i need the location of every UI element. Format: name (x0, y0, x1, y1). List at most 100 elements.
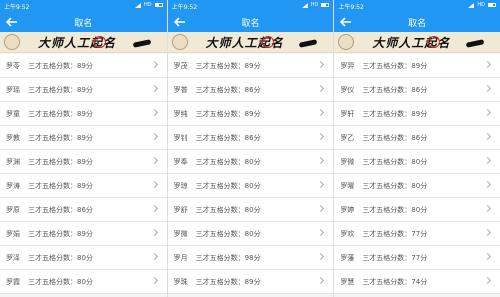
list-item[interactable]: 罗涛 三才五格分数：89分 (0, 174, 167, 198)
name-text: 罗慧 (340, 278, 355, 286)
list-item[interactable]: 罗渊 三才五格分数：89分 (0, 150, 167, 174)
status-icons: HD (301, 2, 330, 8)
list-item[interactable]: 罗童 三才五格分数：89分 (0, 102, 167, 126)
status-time: 上午9:52 (4, 4, 30, 11)
list-item[interactable]: 罗瑶 三才五格分数：89分 (0, 78, 167, 102)
list-item[interactable]: 罗微 三才五格分数：80分 (167, 222, 334, 246)
chevron-right-icon (150, 60, 158, 69)
list-item[interactable]: 罗舒 三才五格分数：80分 (167, 198, 334, 222)
list-item[interactable]: 罗微 三才五格分数：80分 (334, 150, 500, 174)
banner[interactable]: 大师人工起名 (334, 32, 500, 53)
score-text: 三才五格分数：80分 (28, 254, 93, 262)
list-item[interactable]: 罗羿 三才五格分数：89分 (334, 54, 500, 78)
score-text: 三才五格分数：86分 (195, 86, 261, 94)
chevron-right-icon (317, 156, 325, 165)
chevron-right-icon (317, 228, 325, 237)
chevron-right-icon (317, 180, 325, 189)
list-item[interactable]: 罗慧 三才五格分数：74分 (334, 270, 500, 294)
list-item[interactable]: 罗教 三才五格分数：89分 (0, 126, 167, 150)
chevron-right-icon (483, 180, 492, 189)
name-text: 罗轩 (340, 110, 355, 118)
score-text: 三才五格分数：80分 (28, 278, 93, 286)
list-item[interactable]: 罗霞 三才五格分数：80分 (0, 270, 167, 294)
score-text: 三才五格分数：77分 (362, 230, 428, 238)
list-item[interactable]: 罗泽 三才五格分数：80分 (0, 246, 167, 270)
score-text: 三才五格分数：89分 (28, 230, 93, 238)
list-item[interactable]: 罗轩 三才五格分数：89分 (334, 102, 500, 126)
list-item[interactable]: 罗钊 三才五格分数：86分 (167, 126, 334, 150)
score-text: 三才五格分数：89分 (195, 110, 261, 118)
name-text: 罗藩 (340, 254, 355, 262)
list-item[interactable]: 罗曜 三才五格分数：80分 (334, 174, 500, 198)
name-text: 罗娟 (6, 230, 20, 238)
battery-icon (487, 3, 496, 7)
chevron-right-icon (483, 252, 492, 261)
chevron-right-icon (317, 204, 325, 213)
banner[interactable]: 大师人工起名 (0, 32, 167, 53)
name-text: 罗原 (6, 206, 20, 214)
chevron-right-icon (150, 252, 158, 261)
list-item[interactable]: 罗珠 三才五格分数：89分 (167, 270, 334, 294)
name-text: 罗涛 (6, 182, 20, 190)
list-item[interactable]: 罗藩 三才五格分数：77分 (334, 246, 500, 270)
list-item[interactable]: 罗乙 三才五格分数：86分 (334, 126, 500, 150)
score-text: 三才五格分数：80分 (362, 206, 428, 214)
brush-stroke-icon (132, 39, 151, 48)
chevron-right-icon (483, 204, 492, 213)
list-item[interactable]: 罗苓 三才五格分数：89分 (0, 54, 167, 78)
score-text: 三才五格分数：80分 (362, 158, 428, 166)
battery-icon (154, 3, 163, 7)
list-item[interactable]: 罗仪 三才五格分数：86分 (334, 78, 500, 102)
list-item[interactable]: 罗娟 三才五格分数：89分 (0, 222, 167, 246)
list-item[interactable]: 罗月 三才五格分数：98分 (167, 246, 334, 270)
screen-panel-1: 上午9:52 HD 取名 大师人工起名 罗苓 三才五格分数：89分 罗瑶 三才五格分… (0, 0, 167, 297)
score-text: 三才五格分数：77分 (362, 254, 428, 262)
name-list: 罗苓 三才五格分数：89分 罗瑶 三才五格分数：89分 罗童 三才五格分数：89分 罗… (0, 54, 167, 294)
name-text: 罗苓 (6, 62, 20, 70)
chevron-right-icon (483, 132, 492, 141)
network-type-label: HD (477, 2, 485, 8)
chevron-right-icon (483, 84, 492, 93)
list-item[interactable]: 罗普 三才五格分数：86分 (167, 78, 334, 102)
seal-icon (171, 34, 188, 50)
name-text: 罗婷 (340, 206, 355, 214)
status-icons: HD (135, 2, 163, 8)
seal-icon (338, 34, 355, 50)
list-item[interactable]: 罗欢 三才五格分数：77分 (334, 222, 500, 246)
red-stamp-icon (261, 36, 274, 48)
list-item[interactable]: 罗奉 三才五格分数：80分 (167, 150, 334, 174)
list-item[interactable]: 罗琼 三才五格分数：80分 (167, 174, 334, 198)
score-text: 三才五格分数：89分 (362, 110, 428, 118)
score-text: 三才五格分数：89分 (28, 62, 93, 70)
page-title: 取名 (74, 19, 93, 29)
list-item[interactable]: 罗原 三才五格分数：86分 (0, 198, 167, 222)
name-text: 罗曜 (340, 182, 355, 190)
score-text: 三才五格分数：86分 (195, 134, 261, 142)
chevron-right-icon (317, 132, 325, 141)
score-text: 三才五格分数：80分 (195, 158, 261, 166)
score-text: 三才五格分数：74分 (362, 278, 428, 286)
screen-panel-2: 上午9:52 HD 取名 大师人工起名 罗茂 三才五格分数：89分 罗普 三才五格分… (166, 0, 334, 297)
name-text: 罗泽 (6, 254, 20, 262)
chevron-right-icon (317, 108, 325, 117)
list-item[interactable]: 罗婷 三才五格分数：80分 (334, 198, 500, 222)
name-text: 罗微 (173, 230, 188, 238)
name-text: 罗童 (6, 110, 20, 118)
list-item[interactable]: 罗纯 三才五格分数：89分 (167, 102, 334, 126)
score-text: 三才五格分数：89分 (28, 86, 93, 94)
name-text: 罗霞 (6, 278, 20, 286)
score-text: 三才五格分数：89分 (28, 158, 93, 166)
score-text: 三才五格分数：86分 (28, 206, 93, 214)
score-text: 三才五格分数：80分 (362, 182, 428, 190)
seal-icon (4, 34, 20, 50)
banner[interactable]: 大师人工起名 (167, 32, 334, 53)
score-text: 三才五格分数：89分 (28, 134, 93, 142)
red-stamp-icon (94, 36, 106, 48)
page-title: 取名 (408, 19, 427, 29)
chevron-right-icon (150, 276, 158, 285)
name-list: 罗羿 三才五格分数：89分 罗仪 三才五格分数：86分 罗轩 三才五格分数：89分 罗… (334, 54, 500, 294)
name-text: 罗纯 (173, 110, 188, 118)
name-text: 罗茂 (173, 62, 188, 70)
list-item[interactable]: 罗茂 三才五格分数：89分 (167, 54, 334, 78)
status-time: 上午9:52 (171, 4, 198, 11)
